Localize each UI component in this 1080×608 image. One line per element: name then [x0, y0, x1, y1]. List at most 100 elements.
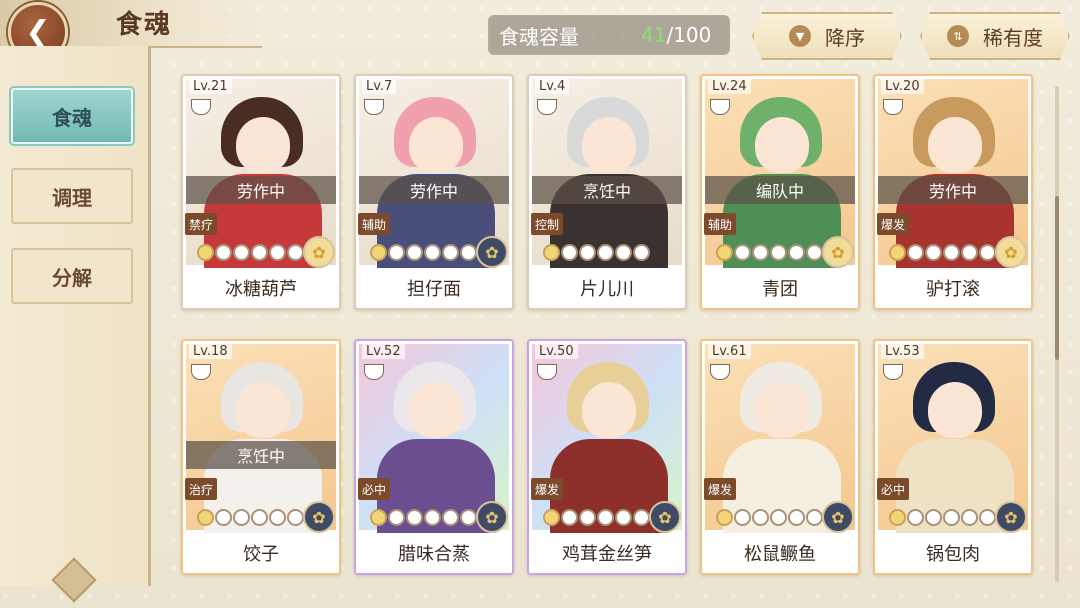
- food-soul-name: 担仔面: [356, 268, 512, 308]
- star-icon: [215, 509, 232, 526]
- level-label: Lv.52: [362, 344, 405, 359]
- star-icon: [979, 244, 996, 261]
- star-icon: [597, 509, 614, 526]
- food-soul-card[interactable]: Lv.24 编队中 辅助 ✿ 青团: [700, 74, 860, 310]
- swap-icon: ⇅: [947, 25, 969, 47]
- star-icon: [442, 244, 459, 261]
- star-icon: [752, 509, 769, 526]
- level-label: Lv.21: [189, 79, 232, 94]
- status-badge: 烹饪中: [186, 441, 336, 469]
- sidebar-item-cooking[interactable]: 调理: [11, 168, 133, 224]
- star-icon: [269, 244, 286, 261]
- page-title: 食魂: [116, 10, 173, 40]
- role-tag: 辅助: [704, 213, 737, 235]
- portrait-face: [582, 117, 636, 173]
- star-icon: [579, 244, 596, 261]
- star-icon: [716, 244, 733, 261]
- food-soul-card[interactable]: Lv.52 必中 ✿ 腊味合蒸: [354, 339, 514, 575]
- star-icon: [424, 509, 441, 526]
- sort-order-button[interactable]: ▼ 降序: [752, 12, 902, 60]
- level-label: Lv.61: [708, 344, 751, 359]
- star-icon: [907, 509, 924, 526]
- food-soul-name: 松鼠鳜鱼: [702, 533, 858, 573]
- food-soul-card[interactable]: Lv.18 烹饪中 治疗 ✿ 饺子: [181, 339, 341, 575]
- sidebar-item-decompose[interactable]: 分解: [11, 248, 133, 304]
- food-soul-card[interactable]: Lv.7 劳作中 辅助 ✿ 担仔面: [354, 74, 514, 310]
- element-flower-icon: ✿: [995, 501, 1027, 533]
- star-icon: [806, 509, 823, 526]
- portrait-face: [236, 117, 290, 173]
- star-icon: [943, 509, 960, 526]
- food-soul-card[interactable]: Lv.50 爆发 ✿ 鸡茸金丝笋: [527, 339, 687, 575]
- star-icon: [287, 509, 304, 526]
- bowl-icon: [883, 364, 903, 380]
- food-soul-card[interactable]: Lv.61 爆发 ✿ 松鼠鳜鱼: [700, 339, 860, 575]
- food-soul-card[interactable]: Lv.4 烹饪中 控制 片儿川: [527, 74, 687, 310]
- star-icon: [806, 244, 823, 261]
- star-icon: [251, 509, 268, 526]
- star-icon: [788, 244, 805, 261]
- star-icon: [579, 509, 596, 526]
- portrait-face: [755, 382, 809, 438]
- level-label: Lv.50: [535, 344, 578, 359]
- food-soul-name: 腊味合蒸: [356, 533, 512, 573]
- role-tag: 辅助: [358, 213, 391, 235]
- element-flower-icon: ✿: [303, 501, 335, 533]
- portrait-face: [582, 382, 636, 438]
- star-icon: [770, 244, 787, 261]
- capacity-max: /100: [666, 23, 712, 47]
- portrait-face: [928, 117, 982, 173]
- star-icon: [215, 244, 232, 261]
- star-icon: [460, 509, 477, 526]
- level-label: Lv.20: [881, 79, 924, 94]
- food-soul-card[interactable]: Lv.53 必中 ✿ 锅包肉: [873, 339, 1033, 575]
- star-icon: [752, 244, 769, 261]
- star-icon: [979, 509, 996, 526]
- portrait-face: [409, 382, 463, 438]
- star-icon: [287, 244, 304, 261]
- level-label: Lv.7: [362, 79, 397, 94]
- star-icon: [770, 509, 787, 526]
- star-rating: [370, 244, 477, 261]
- food-soul-card[interactable]: Lv.21 劳作中 禁疗 ✿ 冰糖葫芦: [181, 74, 341, 310]
- bowl-icon: [191, 99, 211, 115]
- level-label: Lv.4: [535, 79, 570, 94]
- star-icon: [269, 509, 286, 526]
- bowl-icon: [364, 364, 384, 380]
- scrollbar-thumb[interactable]: [1055, 196, 1059, 360]
- bowl-icon: [364, 99, 384, 115]
- star-icon: [889, 244, 906, 261]
- status-badge: 劳作中: [359, 176, 509, 204]
- food-soul-card[interactable]: Lv.20 劳作中 爆发 ✿ 驴打滚: [873, 74, 1033, 310]
- star-icon: [233, 244, 250, 261]
- portrait-face: [236, 382, 290, 438]
- star-icon: [442, 509, 459, 526]
- star-rating: [370, 509, 477, 526]
- star-rating: [543, 509, 650, 526]
- star-icon: [406, 509, 423, 526]
- capacity-label: 食魂容量: [499, 24, 579, 49]
- star-icon: [925, 509, 942, 526]
- element-flower-icon: ✿: [476, 501, 508, 533]
- food-soul-name: 片儿川: [529, 268, 685, 308]
- star-icon: [406, 244, 423, 261]
- star-rating: [889, 509, 996, 526]
- star-icon: [561, 509, 578, 526]
- sidebar-item-food-souls[interactable]: 食魂: [11, 88, 133, 144]
- portrait-face: [755, 117, 809, 173]
- star-rating: [197, 509, 304, 526]
- star-rating: [543, 244, 650, 261]
- bowl-icon: [537, 99, 557, 115]
- element-flower-icon: ✿: [303, 236, 335, 268]
- role-tag: 爆发: [877, 213, 910, 235]
- star-rating: [197, 244, 304, 261]
- food-soul-name: 锅包肉: [875, 533, 1031, 573]
- star-icon: [370, 244, 387, 261]
- rarity-sort-button[interactable]: ⇅ 稀有度: [920, 12, 1070, 60]
- food-soul-name: 饺子: [183, 533, 339, 573]
- sort-down-icon: ▼: [789, 25, 811, 47]
- star-icon: [633, 509, 650, 526]
- rarity-sort-label: 稀有度: [983, 25, 1043, 50]
- portrait-face: [409, 117, 463, 173]
- food-soul-name: 青团: [702, 268, 858, 308]
